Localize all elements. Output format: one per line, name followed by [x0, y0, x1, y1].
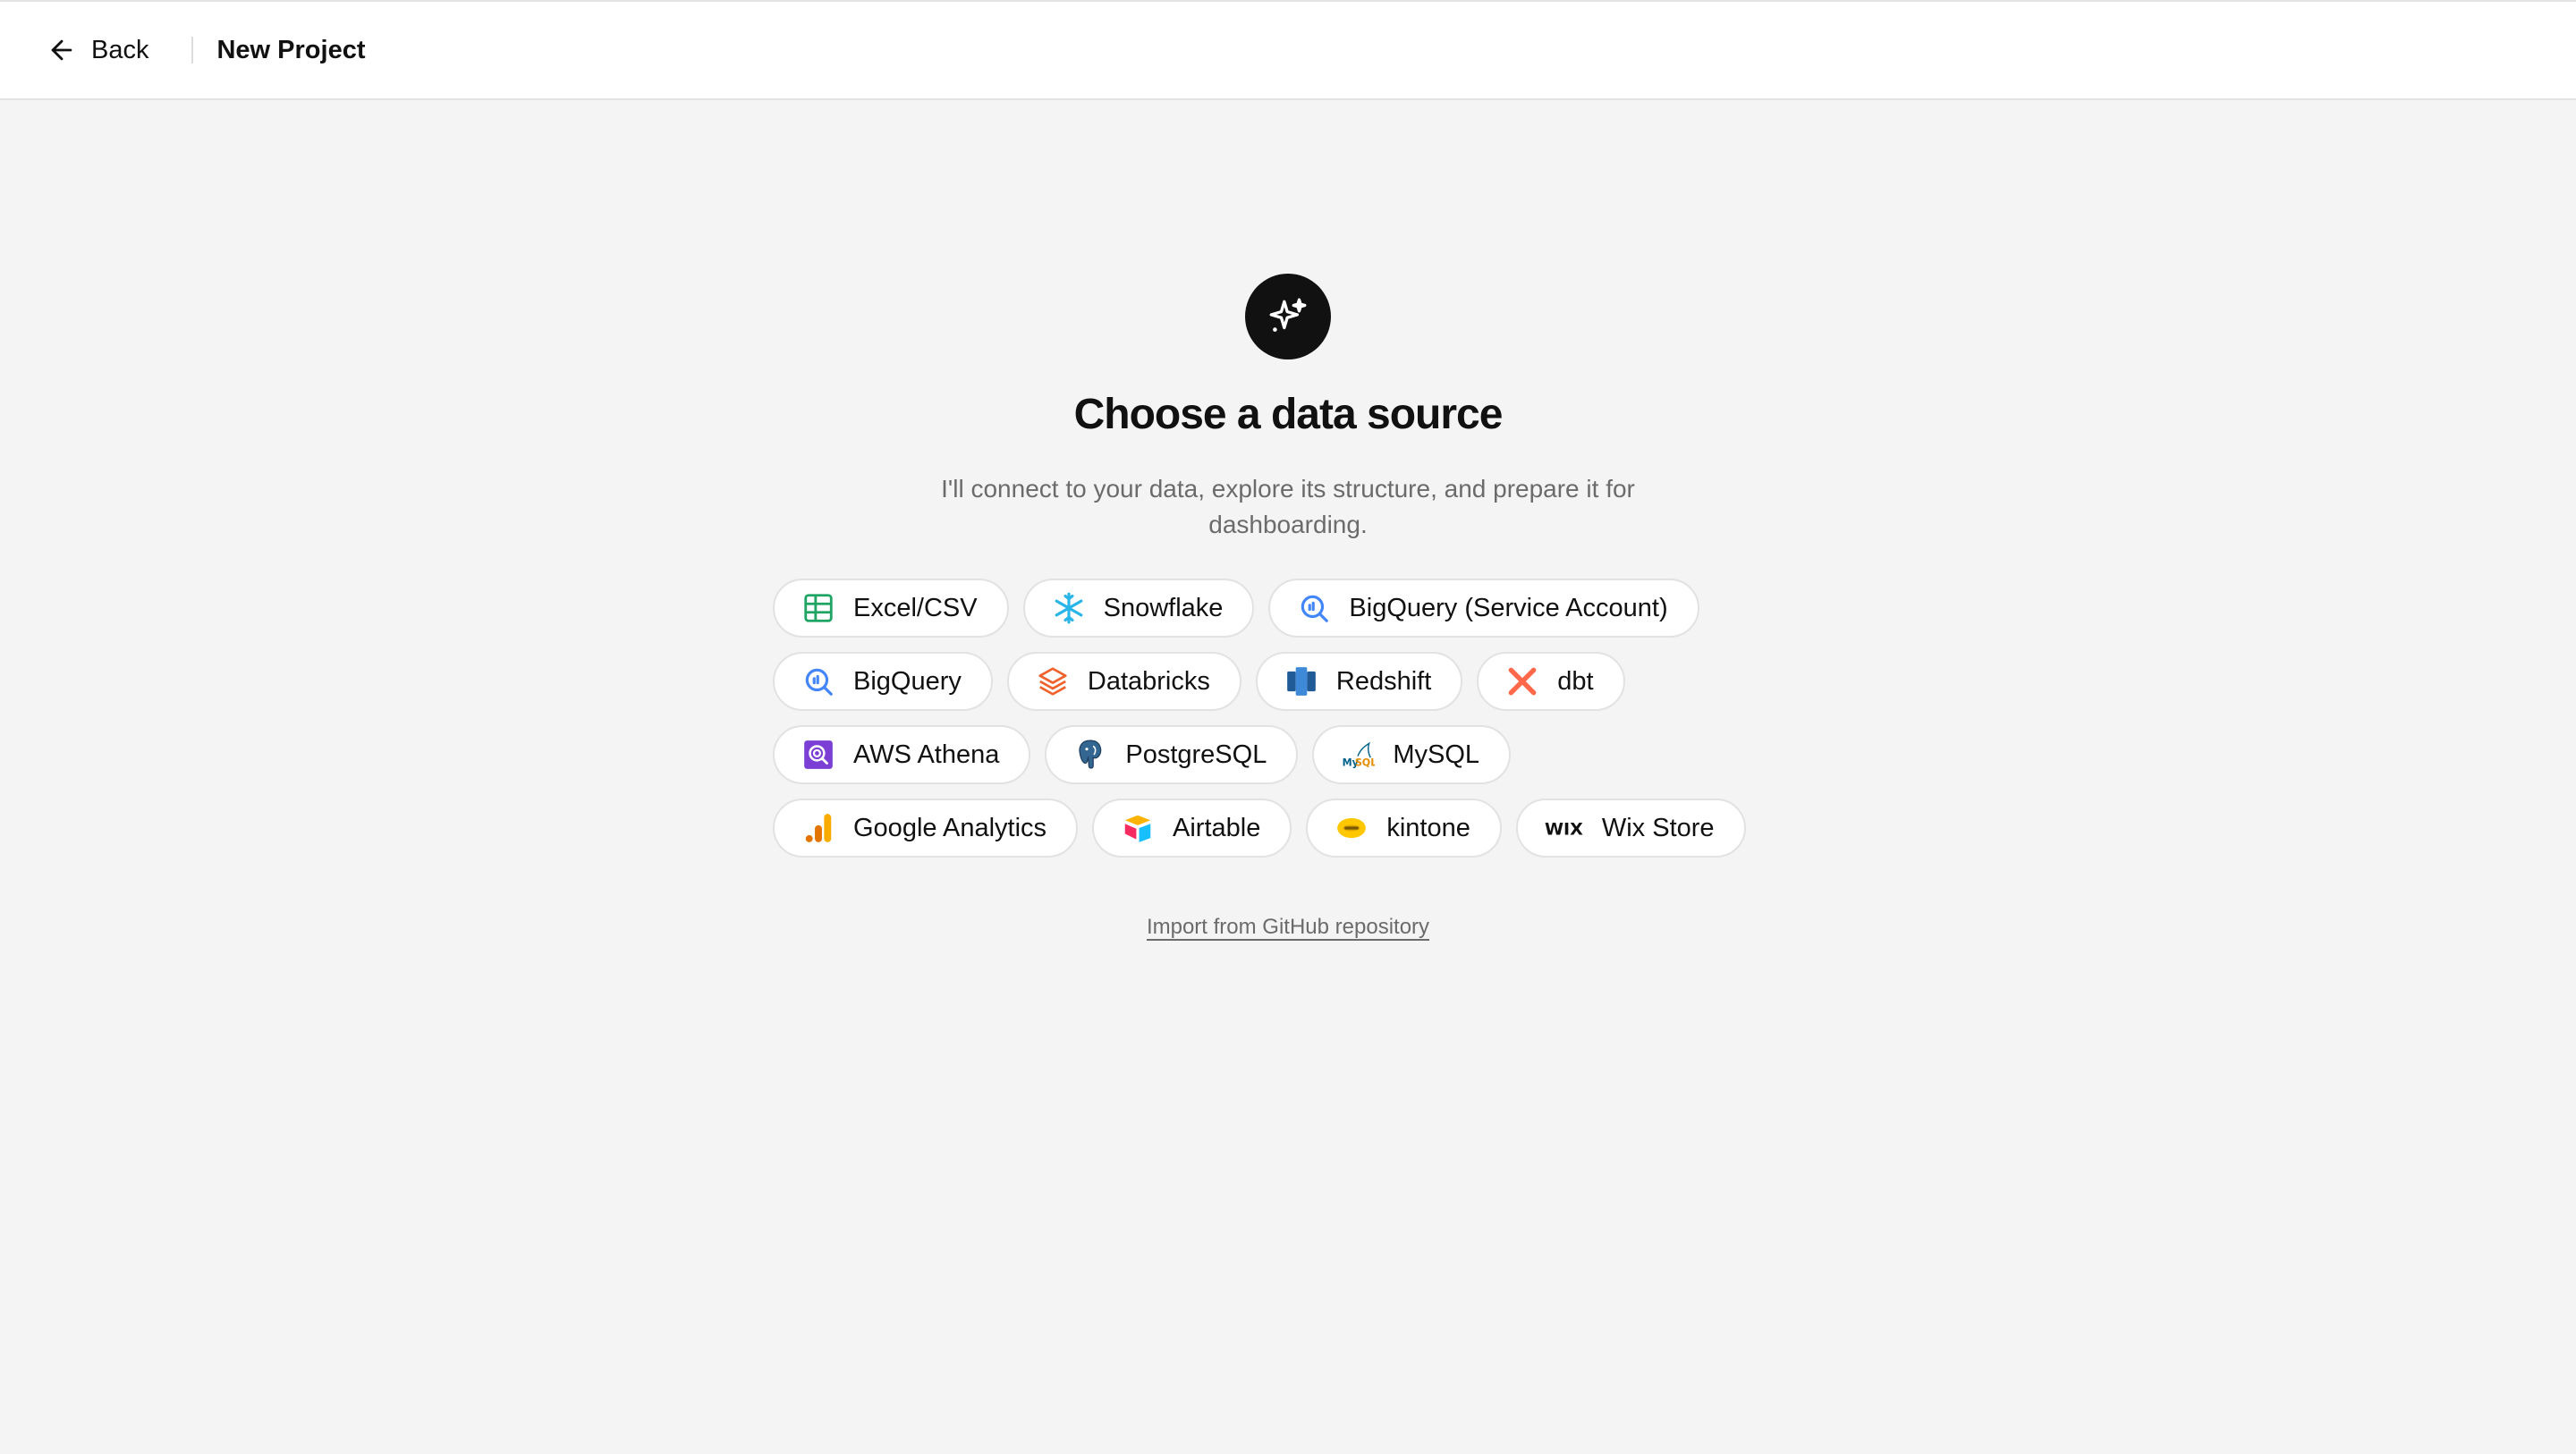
source-label: Airtable — [1173, 813, 1261, 842]
import-github-link[interactable]: Import from GitHub repository — [1147, 915, 1429, 940]
source-label: Excel/CSV — [853, 593, 978, 622]
source-airtable[interactable]: Airtable — [1092, 799, 1292, 858]
source-label: AWS Athena — [853, 740, 1000, 769]
back-button[interactable]: Back — [47, 23, 148, 77]
source-label: Databricks — [1087, 666, 1210, 696]
source-label: Redshift — [1335, 666, 1432, 696]
source-dbt[interactable]: dbt — [1477, 652, 1625, 711]
athena-icon — [801, 738, 835, 772]
page-title: New Project — [216, 35, 366, 64]
source-label: BigQuery (Service Account) — [1349, 593, 1668, 622]
data-source-list: Excel/CSV Snowflake BigQuery (Service Ac… — [773, 579, 1757, 858]
source-redshift[interactable]: Redshift — [1255, 652, 1463, 711]
data-source-row: Google Analytics Airtable kintone WIX Wi… — [773, 799, 1746, 858]
source-label: dbt — [1557, 666, 1594, 696]
data-source-row: AWS Athena PostgreSQL My SQL MySQL — [773, 725, 1512, 784]
source-aws-athena[interactable]: AWS Athena — [773, 725, 1031, 784]
source-bigquery-service-account[interactable]: BigQuery (Service Account) — [1268, 579, 1699, 638]
spreadsheet-icon — [801, 591, 835, 625]
page-subtitle: I'll connect to your data, explore its s… — [941, 475, 1635, 538]
source-snowflake[interactable]: Snowflake — [1022, 579, 1255, 638]
source-excel-csv[interactable]: Excel/CSV — [773, 579, 1009, 638]
top-bar: Back New Project — [0, 0, 2576, 100]
data-source-row: BigQuery Databricks Redshift dbt — [773, 652, 1625, 711]
postgresql-icon — [1073, 738, 1107, 772]
arrow-left-icon — [51, 39, 72, 61]
source-mysql[interactable]: My SQL MySQL — [1312, 725, 1512, 784]
source-kintone[interactable]: kintone — [1306, 799, 1502, 858]
snowflake-icon — [1052, 591, 1086, 625]
source-label: BigQuery — [853, 666, 962, 696]
source-databricks[interactable]: Databricks — [1006, 652, 1241, 711]
page-heading: Choose a data source — [1073, 391, 1504, 438]
source-google-analytics[interactable]: Google Analytics — [773, 799, 1079, 858]
source-label: PostgreSQL — [1125, 740, 1267, 769]
databricks-icon — [1036, 664, 1070, 698]
mysql-icon: My SQL — [1341, 738, 1375, 772]
sparkles-icon — [1269, 298, 1307, 332]
source-bigquery[interactable]: BigQuery — [773, 652, 993, 711]
back-label: Back — [91, 35, 149, 64]
source-label: MySQL — [1393, 740, 1480, 769]
header-divider — [191, 37, 194, 63]
main-content: Choose a data source I'll connect to you… — [0, 100, 2576, 940]
source-label: Wix Store — [1601, 813, 1715, 842]
svg-text:WIX: WIX — [1545, 819, 1583, 839]
redshift-icon — [1284, 664, 1318, 698]
data-source-row: Excel/CSV Snowflake BigQuery (Service Ac… — [773, 579, 1699, 638]
airtable-icon — [1121, 811, 1155, 845]
kintone-icon — [1335, 811, 1368, 845]
dbt-icon — [1505, 664, 1539, 698]
google-analytics-icon — [801, 811, 835, 845]
source-wix-store[interactable]: WIX Wix Store — [1515, 799, 1746, 858]
source-postgresql[interactable]: PostgreSQL — [1045, 725, 1299, 784]
ai-badge — [1245, 274, 1331, 359]
svg-text:SQL: SQL — [1355, 757, 1375, 769]
source-label: Google Analytics — [853, 813, 1047, 842]
source-label: kintone — [1386, 813, 1470, 842]
source-label: Snowflake — [1103, 593, 1224, 622]
bigquery-icon — [801, 664, 835, 698]
bigquery-icon — [1297, 591, 1331, 625]
wix-icon: WIX — [1545, 811, 1584, 845]
